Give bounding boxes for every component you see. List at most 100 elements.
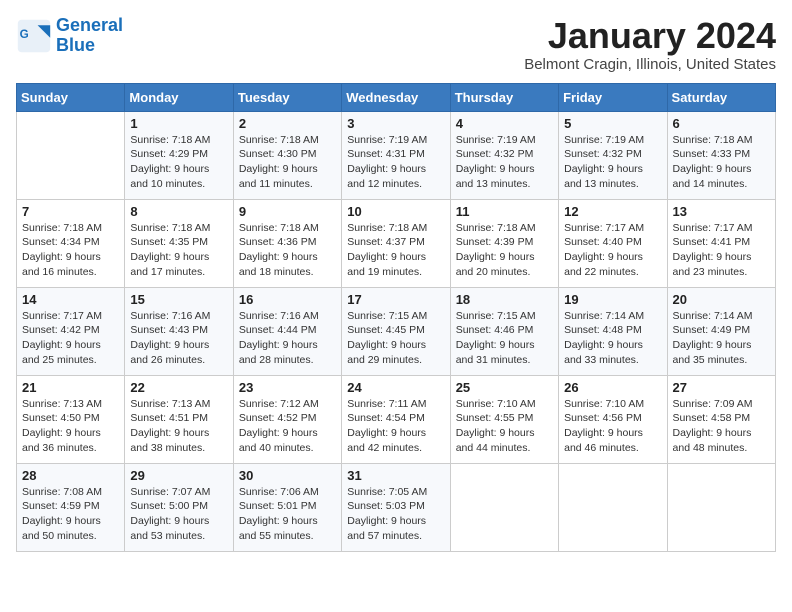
day-number: 5	[564, 116, 661, 131]
calendar-cell: 4 Sunrise: 7:19 AMSunset: 4:32 PMDaylight…	[450, 111, 558, 199]
month-title: January 2024	[524, 16, 776, 56]
day-number: 9	[239, 204, 336, 219]
day-info: Sunrise: 7:18 AMSunset: 4:33 PMDaylight:…	[673, 133, 770, 192]
calendar-cell: 28Sunrise: 7:08 AMSunset: 4:59 PMDayligh…	[17, 463, 125, 551]
calendar-cell: 24 Sunrise: 7:11 AMSunset: 4:54 PMDayligh…	[342, 375, 450, 463]
weekday-header: Sunday	[17, 83, 125, 111]
day-number: 15	[130, 292, 227, 307]
day-info: Sunrise: 7:18 AMSunset: 4:37 PMDaylight:…	[347, 221, 444, 280]
page-header: G General Blue January 2024 Belmont Crag…	[16, 16, 776, 73]
calendar-cell: 5 Sunrise: 7:19 AMSunset: 4:32 PMDaylight…	[559, 111, 667, 199]
calendar-header-row: SundayMondayTuesdayWednesdayThursdayFrid…	[17, 83, 776, 111]
day-info: Sunrise: 7:09 AMSunset: 4:58 PMDaylight:…	[673, 397, 770, 456]
calendar-cell: 23 Sunrise: 7:12 AMSunset: 4:52 PMDayligh…	[233, 375, 341, 463]
calendar-cell: 3 Sunrise: 7:19 AMSunset: 4:31 PMDaylight…	[342, 111, 450, 199]
calendar-cell: 25 Sunrise: 7:10 AMSunset: 4:55 PMDayligh…	[450, 375, 558, 463]
day-number: 24	[347, 380, 444, 395]
svg-text:G: G	[20, 28, 29, 41]
day-info: Sunrise: 7:19 AMSunset: 4:32 PMDaylight:…	[564, 133, 661, 192]
day-number: 4	[456, 116, 553, 131]
day-info: Sunrise: 7:16 AMSunset: 4:44 PMDaylight:…	[239, 309, 336, 368]
day-number: 10	[347, 204, 444, 219]
day-info: Sunrise: 7:18 AMSunset: 4:29 PMDaylight:…	[130, 133, 227, 192]
day-info: Sunrise: 7:14 AMSunset: 4:48 PMDaylight:…	[564, 309, 661, 368]
calendar-cell: 17 Sunrise: 7:15 AMSunset: 4:45 PMDayligh…	[342, 287, 450, 375]
day-number: 19	[564, 292, 661, 307]
calendar-cell	[17, 111, 125, 199]
day-info: Sunrise: 7:13 AMSunset: 4:50 PMDaylight:…	[22, 397, 119, 456]
calendar-cell: 9 Sunrise: 7:18 AMSunset: 4:36 PMDaylight…	[233, 199, 341, 287]
day-number: 23	[239, 380, 336, 395]
day-number: 20	[673, 292, 770, 307]
calendar-cell: 16 Sunrise: 7:16 AMSunset: 4:44 PMDayligh…	[233, 287, 341, 375]
day-number: 25	[456, 380, 553, 395]
day-number: 1	[130, 116, 227, 131]
day-number: 30	[239, 468, 336, 483]
day-info: Sunrise: 7:15 AMSunset: 4:45 PMDaylight:…	[347, 309, 444, 368]
calendar-table: SundayMondayTuesdayWednesdayThursdayFrid…	[16, 83, 776, 552]
calendar-cell: 22Sunrise: 7:13 AMSunset: 4:51 PMDayligh…	[125, 375, 233, 463]
calendar-cell: 31Sunrise: 7:05 AMSunset: 5:03 PMDayligh…	[342, 463, 450, 551]
day-info: Sunrise: 7:18 AMSunset: 4:36 PMDaylight:…	[239, 221, 336, 280]
logo: G General Blue	[16, 16, 123, 56]
day-info: Sunrise: 7:11 AMSunset: 4:54 PMDaylight:…	[347, 397, 444, 456]
calendar-cell: 7 Sunrise: 7:18 AMSunset: 4:34 PMDaylight…	[17, 199, 125, 287]
calendar-cell: 15Sunrise: 7:16 AMSunset: 4:43 PMDayligh…	[125, 287, 233, 375]
day-number: 7	[22, 204, 119, 219]
day-info: Sunrise: 7:10 AMSunset: 4:55 PMDaylight:…	[456, 397, 553, 456]
day-info: Sunrise: 7:07 AMSunset: 5:00 PMDaylight:…	[130, 485, 227, 544]
day-number: 6	[673, 116, 770, 131]
calendar-cell	[559, 463, 667, 551]
calendar-cell: 20 Sunrise: 7:14 AMSunset: 4:49 PMDayligh…	[667, 287, 775, 375]
calendar-cell	[450, 463, 558, 551]
location-title: Belmont Cragin, Illinois, United States	[524, 56, 776, 73]
day-info: Sunrise: 7:06 AMSunset: 5:01 PMDaylight:…	[239, 485, 336, 544]
day-number: 8	[130, 204, 227, 219]
day-info: Sunrise: 7:14 AMSunset: 4:49 PMDaylight:…	[673, 309, 770, 368]
calendar-week-row: 14 Sunrise: 7:17 AMSunset: 4:42 PMDayligh…	[17, 287, 776, 375]
day-number: 16	[239, 292, 336, 307]
day-number: 27	[673, 380, 770, 395]
day-number: 28	[22, 468, 119, 483]
calendar-cell: 26 Sunrise: 7:10 AMSunset: 4:56 PMDayligh…	[559, 375, 667, 463]
day-number: 22	[130, 380, 227, 395]
calendar-cell: 11Sunrise: 7:18 AMSunset: 4:39 PMDayligh…	[450, 199, 558, 287]
day-info: Sunrise: 7:19 AMSunset: 4:32 PMDaylight:…	[456, 133, 553, 192]
calendar-cell: 8Sunrise: 7:18 AMSunset: 4:35 PMDaylight…	[125, 199, 233, 287]
day-number: 31	[347, 468, 444, 483]
day-info: Sunrise: 7:17 AMSunset: 4:40 PMDaylight:…	[564, 221, 661, 280]
calendar-cell: 13Sunrise: 7:17 AMSunset: 4:41 PMDayligh…	[667, 199, 775, 287]
calendar-cell: 2 Sunrise: 7:18 AMSunset: 4:30 PMDaylight…	[233, 111, 341, 199]
calendar-cell: 10 Sunrise: 7:18 AMSunset: 4:37 PMDayligh…	[342, 199, 450, 287]
day-number: 21	[22, 380, 119, 395]
calendar-cell: 21 Sunrise: 7:13 AMSunset: 4:50 PMDayligh…	[17, 375, 125, 463]
day-number: 12	[564, 204, 661, 219]
calendar-week-row: 28Sunrise: 7:08 AMSunset: 4:59 PMDayligh…	[17, 463, 776, 551]
day-info: Sunrise: 7:19 AMSunset: 4:31 PMDaylight:…	[347, 133, 444, 192]
calendar-cell: 14 Sunrise: 7:17 AMSunset: 4:42 PMDayligh…	[17, 287, 125, 375]
day-info: Sunrise: 7:12 AMSunset: 4:52 PMDaylight:…	[239, 397, 336, 456]
day-number: 2	[239, 116, 336, 131]
day-number: 18	[456, 292, 553, 307]
day-number: 14	[22, 292, 119, 307]
calendar-cell	[667, 463, 775, 551]
day-info: Sunrise: 7:18 AMSunset: 4:39 PMDaylight:…	[456, 221, 553, 280]
calendar-cell: 29 Sunrise: 7:07 AMSunset: 5:00 PMDayligh…	[125, 463, 233, 551]
logo-icon: G	[16, 18, 52, 54]
day-number: 26	[564, 380, 661, 395]
day-info: Sunrise: 7:18 AMSunset: 4:34 PMDaylight:…	[22, 221, 119, 280]
day-info: Sunrise: 7:10 AMSunset: 4:56 PMDaylight:…	[564, 397, 661, 456]
day-number: 17	[347, 292, 444, 307]
weekday-header: Wednesday	[342, 83, 450, 111]
day-info: Sunrise: 7:17 AMSunset: 4:42 PMDaylight:…	[22, 309, 119, 368]
calendar-cell: 30 Sunrise: 7:06 AMSunset: 5:01 PMDayligh…	[233, 463, 341, 551]
calendar-cell: 19 Sunrise: 7:14 AMSunset: 4:48 PMDayligh…	[559, 287, 667, 375]
day-info: Sunrise: 7:17 AMSunset: 4:41 PMDaylight:…	[673, 221, 770, 280]
calendar-cell: 18 Sunrise: 7:15 AMSunset: 4:46 PMDayligh…	[450, 287, 558, 375]
calendar-cell: 6 Sunrise: 7:18 AMSunset: 4:33 PMDaylight…	[667, 111, 775, 199]
title-block: January 2024 Belmont Cragin, Illinois, U…	[524, 16, 776, 73]
day-number: 3	[347, 116, 444, 131]
day-info: Sunrise: 7:15 AMSunset: 4:46 PMDaylight:…	[456, 309, 553, 368]
day-number: 29	[130, 468, 227, 483]
day-info: Sunrise: 7:18 AMSunset: 4:30 PMDaylight:…	[239, 133, 336, 192]
